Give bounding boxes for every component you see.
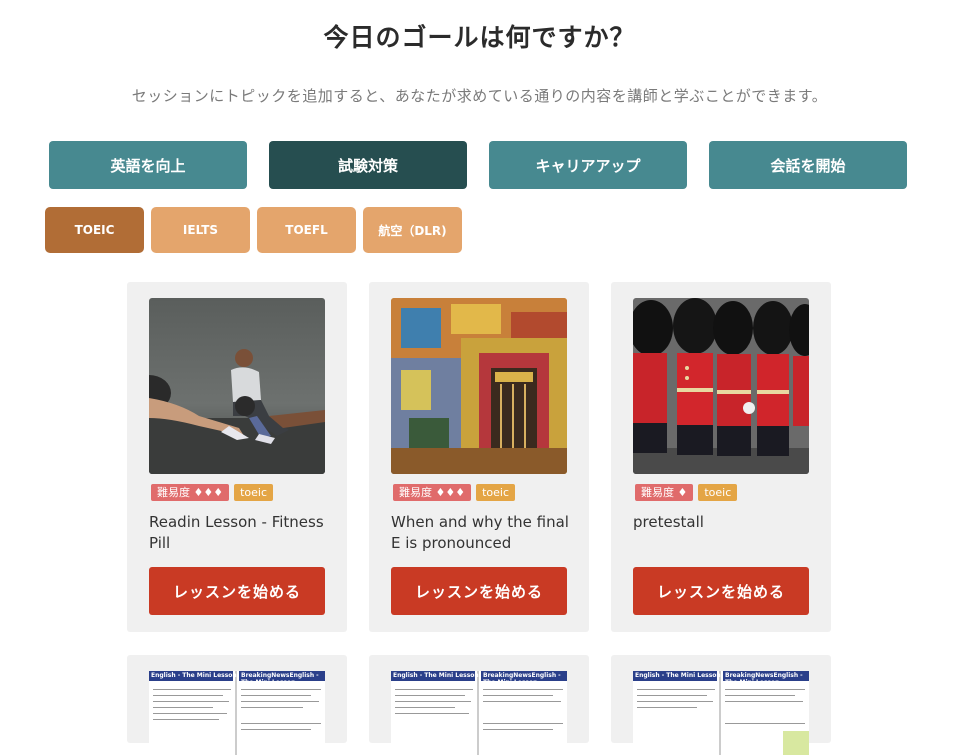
lesson-card: English - The Mini Lesson BreakingNewsEn… [127, 655, 347, 755]
start-lesson-button[interactable]: レッスンを始める [149, 567, 325, 615]
lesson-card: 難易度 ♦♦♦ toeic Readin Lesson - Fitness Pi… [127, 282, 347, 632]
subtopic-toefl[interactable]: TOEFL [257, 207, 356, 253]
exam-subtopics: TOEIC IELTS TOEFL 航空（DLR) [45, 207, 462, 253]
lesson-card: English - The Mini Lesson BreakingNewsEn… [369, 655, 589, 755]
goal-button-start-conversation[interactable]: 会話を開始 [709, 141, 907, 189]
start-lesson-button[interactable]: レッスンを始める [633, 567, 809, 615]
page-title: 今日のゴールは何ですか？ [323, 23, 636, 52]
topic-badge: toeic [234, 484, 274, 501]
lesson-card: 難易度 ♦♦♦ toeic When and why the final E i… [369, 282, 589, 632]
worksheet-thumbnail: English - The Mini Lesson BreakingNewsEn… [391, 671, 567, 755]
difficulty-badge: 難易度 ♦♦♦ [393, 484, 472, 501]
goal-button-improve-english[interactable]: 英語を向上 [49, 141, 247, 189]
worksheet-header-right: BreakingNewsEnglish - The Mini Lesson [483, 672, 561, 686]
subtopic-aviation[interactable]: 航空（DLR) [363, 207, 462, 253]
colorful-building-photo [391, 298, 567, 474]
lesson-title: Readin Lesson - Fitness Pill [149, 513, 324, 552]
worksheet-header-right: BreakingNewsEnglish - The Mini Lesson [725, 672, 803, 686]
royal-guards-photo [633, 298, 809, 474]
worksheet-header-right: BreakingNewsEnglish - The Mini Lesson [241, 672, 319, 686]
topic-badge: toeic [476, 484, 516, 501]
worksheet-thumbnail: English - The Mini Lesson BreakingNewsEn… [633, 671, 809, 755]
difficulty-badge: 難易度 ♦ [635, 484, 694, 501]
lesson-title: pretestall [633, 513, 704, 531]
worksheet-header-left: English - The Mini Lesson [635, 672, 721, 679]
subtopic-toeic[interactable]: TOEIC [45, 207, 144, 253]
page-subtitle: セッションにトピックを追加すると、あなたが求めている通りの内容を講師と学ぶことが… [131, 87, 828, 105]
goal-button-career-up[interactable]: キャリアアップ [489, 141, 687, 189]
topic-badge: toeic [698, 484, 738, 501]
subtopic-ielts[interactable]: IELTS [151, 207, 250, 253]
worksheet-header-left: English - The Mini Lesson [393, 672, 479, 679]
start-lesson-button[interactable]: レッスンを始める [391, 567, 567, 615]
difficulty-badge: 難易度 ♦♦♦ [151, 484, 230, 501]
goal-selector: 英語を向上 試験対策 キャリアアップ 会話を開始 [49, 141, 907, 189]
goal-button-exam-prep[interactable]: 試験対策 [269, 141, 467, 189]
fitness-photo [149, 298, 325, 474]
lesson-card: 難易度 ♦ toeic pretestall レッスンを始める [611, 282, 831, 632]
worksheet-header-left: English - The Mini Lesson [151, 672, 237, 679]
worksheet-thumbnail: English - The Mini Lesson BreakingNewsEn… [149, 671, 325, 755]
lesson-title: When and why the final E is pronounced [391, 513, 569, 552]
lesson-card: English - The Mini Lesson BreakingNewsEn… [611, 655, 831, 755]
